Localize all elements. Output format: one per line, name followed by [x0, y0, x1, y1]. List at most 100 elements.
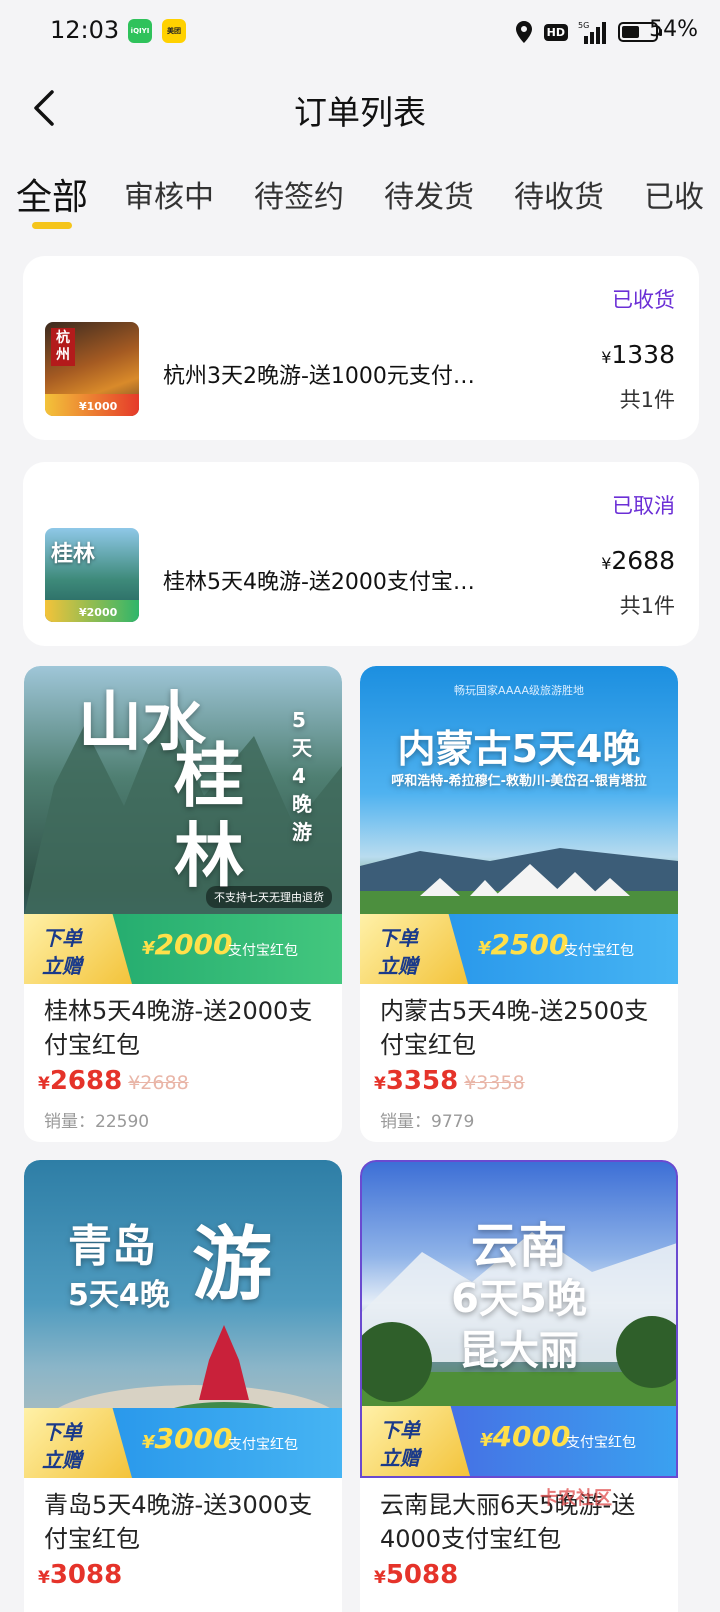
promo-banner: 下单 立赠 ¥2000 支付宝红包 — [24, 914, 342, 984]
product-price-row: ¥3358 ¥3358 — [374, 1066, 525, 1096]
image-headline-2: 呼和浩特-希拉穆仁-敕勒川-美岱召-银肯塔拉 — [391, 774, 647, 789]
order-card[interactable]: 已收货 杭州 ¥1000 杭州3天2晚游-送1000元支付宝... ¥1338 … — [23, 256, 699, 440]
signal-icon: 5G — [578, 21, 606, 44]
order-status: 已取消 — [612, 494, 675, 518]
product-sales: 销量：22590 — [44, 1107, 149, 1132]
order-price: ¥2688 — [601, 546, 675, 575]
tab-reviewing[interactable]: 审核中 — [124, 172, 214, 216]
product-title: 内蒙古5天4晚-送2500支付宝红包 — [380, 997, 649, 1059]
product-price-value: 3088 — [49, 1560, 123, 1590]
currency-symbol: ¥ — [374, 1074, 386, 1094]
image-headline-1: 内蒙古5天4晚 — [397, 727, 641, 771]
currency-symbol: ¥ — [374, 1568, 386, 1588]
promo-suffix: 支付宝红包 — [228, 943, 298, 959]
promo-amount-value: 2000 — [154, 928, 233, 961]
order-quantity: 共1件 — [619, 594, 675, 618]
product-title: 桂林5天4晚游-送2000支付宝红包 — [44, 997, 313, 1059]
image-side-text: 5天4晚游 — [292, 708, 312, 844]
promo-amount: ¥4000 — [480, 1420, 570, 1453]
product-original-price: ¥2688 — [128, 1072, 189, 1094]
promo-amount: ¥3000 — [142, 1422, 232, 1455]
thumb-bonus-text: ¥2000 — [79, 606, 118, 619]
promo-suffix: 支付宝红包 — [228, 1437, 298, 1453]
promo-label-line1: 下单 — [378, 926, 418, 950]
currency-symbol: ¥ — [38, 1074, 50, 1094]
product-price-value: 2688 — [49, 1066, 123, 1096]
status-indicators: HD 5G — [514, 18, 662, 46]
sales-label: 销量： — [44, 1112, 95, 1132]
battery-level — [622, 26, 639, 38]
product-card[interactable]: 山水 桂林 5天4晚游 不支持七天无理由退货 下单 立赠 ¥2000 支付宝红包 … — [24, 666, 342, 1142]
image-headline-2: 6天5晚 — [451, 1276, 587, 1322]
promo-label: 下单 立赠 — [24, 1408, 132, 1478]
promo-label: 下单 立赠 — [362, 1406, 470, 1476]
nav-bar: 订单列表 — [0, 66, 720, 150]
currency-symbol: ¥ — [142, 938, 155, 959]
product-price-value: 3358 — [385, 1066, 459, 1096]
image-headline-2: 桂林 — [174, 735, 244, 897]
tab-to-ship[interactable]: 待发货 — [384, 172, 474, 216]
promo-label-line1: 下单 — [380, 1418, 420, 1442]
product-price-row: ¥3088 — [38, 1560, 122, 1590]
image-top-text: 畅玩国家AAAA级旅游胜地 — [453, 684, 585, 697]
promo-amount-value: 2500 — [490, 928, 569, 961]
currency-symbol: ¥ — [601, 348, 612, 367]
promo-banner: 下单 立赠 ¥2500 支付宝红包 — [360, 914, 678, 984]
sales-value: 22590 — [95, 1112, 150, 1132]
sales-label: 销量： — [380, 1112, 431, 1132]
product-card[interactable]: 青岛 5天4晚 游 下单 立赠 ¥3000 支付宝红包 青岛5天4晚游-送3000… — [24, 1160, 342, 1612]
image-side-text: 昆大丽 — [459, 1328, 579, 1374]
page-title: 订单列表 — [294, 93, 426, 132]
order-price: ¥1338 — [601, 340, 675, 369]
product-sales: 销量：9779 — [380, 1107, 474, 1132]
meituan-app-icon: 美团 — [162, 19, 186, 43]
product-original-price: ¥3358 — [464, 1072, 525, 1094]
promo-amount-value: 3000 — [154, 1422, 233, 1455]
product-image: 青岛 5天4晚 游 下单立赠 ¥3000 支付宝红包 — [24, 1160, 342, 1478]
active-tab-indicator — [32, 222, 72, 229]
thumb-place-text: 杭州 — [51, 328, 75, 366]
tab-to-receive[interactable]: 待收货 — [514, 172, 604, 216]
promo-label-line2: 立赠 — [42, 1448, 82, 1472]
promo-label-line1: 下单 — [42, 1420, 82, 1444]
product-price-value: 5088 — [385, 1560, 459, 1590]
order-status: 已收货 — [612, 288, 675, 312]
product-price: ¥3088 — [38, 1560, 122, 1590]
image-note: 不支持七天无理由退货 — [206, 886, 332, 908]
product-image: 云南 6天5晚 昆大丽 下单 立赠 ¥4000 支付宝红包 — [360, 1160, 678, 1478]
battery-percent: 54% — [649, 17, 698, 42]
currency-symbol: ¥ — [38, 1568, 50, 1588]
product-card[interactable]: 畅玩国家AAAA级旅游胜地 内蒙古5天4晚 呼和浩特-希拉穆仁-敕勒川-美岱召-… — [360, 666, 678, 1142]
svg-text:5G: 5G — [578, 21, 589, 30]
image-headline-1: 青岛 — [68, 1221, 156, 1272]
product-price-row: ¥2688 ¥2688 — [38, 1066, 189, 1096]
product-price: ¥5088 — [374, 1560, 458, 1590]
product-title: 云南昆大丽6天5晚游-送4000支付宝红包 — [380, 1491, 636, 1553]
currency-symbol: ¥ — [142, 1432, 155, 1453]
tab-all[interactable]: 全部 — [16, 168, 88, 220]
promo-label: 下单 立赠 — [360, 914, 468, 984]
iqiyi-app-icon: iQIYI — [128, 19, 152, 43]
tab-to-sign[interactable]: 待签约 — [254, 172, 344, 216]
promo-label-line2: 立赠 — [42, 954, 82, 978]
promo-suffix: 支付宝红包 — [564, 943, 634, 959]
product-image: 山水 桂林 5天4晚游 不支持七天无理由退货 下单 立赠 ¥2000 支付宝红包 — [24, 666, 342, 984]
promo-amount: ¥2500 — [478, 928, 568, 961]
image-side-text: 游 — [192, 1218, 272, 1311]
thumb-place-text: 桂林 — [51, 542, 96, 567]
product-price: ¥3358 — [374, 1066, 458, 1096]
promo-banner: 下单 立赠 ¥4000 支付宝红包 — [362, 1406, 676, 1476]
hd-icon: HD — [543, 23, 568, 41]
status-bar: 12:03 iQIYI 美团 HD 5G 54% — [0, 0, 720, 66]
image-headline-2: 5天4晚 — [68, 1278, 170, 1313]
location-icon — [515, 21, 532, 43]
watermark: 卡农社区 — [540, 1488, 612, 1509]
tab-received[interactable]: 已收 — [644, 172, 704, 216]
currency-symbol: ¥ — [601, 554, 612, 573]
order-title: 桂林5天4晚游-送2000支付宝红包 — [163, 570, 493, 595]
status-time: 12:03 — [50, 16, 120, 44]
order-status-tabs: 全部 审核中 待签约 待发货 待收货 已收 — [0, 160, 720, 240]
order-card[interactable]: 已取消 桂林 ¥2000 桂林5天4晚游-送2000支付宝红包 ¥2688 共1… — [23, 462, 699, 646]
product-card[interactable]: 云南 6天5晚 昆大丽 下单 立赠 ¥4000 支付宝红包 云南昆大丽6天5晚游-… — [360, 1160, 678, 1612]
order-price-value: 1338 — [611, 340, 675, 369]
